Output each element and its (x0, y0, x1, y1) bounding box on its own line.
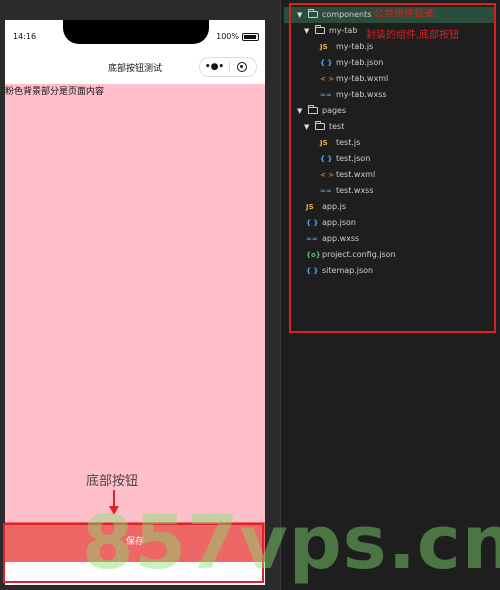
folder-open-icon (315, 121, 325, 130)
js-file-icon: JS (306, 203, 314, 211)
json-file-icon: { } (320, 59, 333, 67)
js-file-icon: JS (320, 43, 328, 51)
battery-icon (242, 33, 259, 41)
json-file-icon: { } (306, 267, 319, 275)
tree-label: test.wxss (336, 186, 374, 195)
folder-open-icon (315, 25, 325, 34)
close-mini-program-icon[interactable] (237, 62, 247, 72)
page-content-text: 粉色背景部分是页面内容 (5, 87, 105, 97)
tree-label: app.json (322, 218, 356, 227)
config-file-icon: {o} (306, 251, 321, 259)
wxss-file-icon: ≈≈ (320, 91, 332, 99)
tree-file-app-js[interactable]: JS app.js (284, 199, 494, 215)
caret-down-icon: ▼ (304, 27, 310, 35)
capsule-divider (229, 62, 230, 72)
wxml-file-icon: < > (320, 171, 335, 179)
tree-label: project.config.json (322, 250, 396, 259)
caret-down-icon: ▼ (297, 107, 303, 115)
tree-folder-pages[interactable]: ▼ pages (284, 103, 494, 119)
tree-folder-components[interactable]: ▼ components 公共组件目录 (284, 7, 494, 23)
tree-file-project-config[interactable]: {o} project.config.json (284, 247, 494, 263)
json-file-icon: { } (306, 219, 319, 227)
folder-open-icon (308, 105, 318, 114)
status-time: 14:16 (13, 32, 37, 41)
tree-label: my-tab.wxss (336, 90, 387, 99)
tree-file-my-tab-wxss[interactable]: ≈≈ my-tab.wxss (284, 87, 494, 103)
tree-label: test.json (336, 154, 371, 163)
tree-label: test.js (336, 138, 361, 147)
tree-label: app.wxss (322, 234, 360, 243)
tree-file-my-tab-js[interactable]: JS my-tab.js (284, 39, 494, 55)
tree-label: components (322, 10, 372, 19)
simulator-panel: 14:16 100% 底部按钮测试 •●• 粉色背景部分是页面内容 底部按钮 保… (0, 0, 280, 590)
tree-file-test-js[interactable]: JS test.js (284, 135, 494, 151)
status-bar: 14:16 100% (5, 20, 265, 52)
bottom-tab-bar: 保存 (5, 522, 265, 562)
battery-percentage: 100% (216, 32, 239, 41)
tree-label: test.wxml (336, 170, 376, 179)
page-content: 粉色背景部分是页面内容 (5, 84, 265, 582)
wxml-file-icon: < > (320, 75, 335, 83)
tree-label: my-tab.wxml (336, 74, 389, 83)
file-explorer: ▼ components 公共组件目录 ▼ my-tab 封装的组件,底部按钮 … (284, 0, 500, 590)
panel-divider (280, 0, 281, 590)
phone-screen: 14:16 100% 底部按钮测试 •●• 粉色背景部分是页面内容 (5, 20, 265, 585)
wxss-file-icon: ≈≈ (320, 187, 332, 195)
wxss-file-icon: ≈≈ (306, 235, 318, 243)
components-annotation: 公共组件目录 (374, 9, 434, 20)
tree-label: my-tab (329, 26, 358, 35)
json-file-icon: { } (320, 155, 333, 163)
tree-file-test-wxss[interactable]: ≈≈ test.wxss (284, 183, 494, 199)
caret-down-icon: ▼ (304, 123, 310, 131)
folder-open-icon (308, 9, 318, 18)
navigation-bar: 底部按钮测试 •●• (5, 52, 265, 84)
caret-down-icon: ▼ (297, 11, 303, 19)
tree-label: test (329, 122, 345, 131)
tree-label: my-tab.json (336, 58, 384, 67)
tree-file-app-wxss[interactable]: ≈≈ app.wxss (284, 231, 494, 247)
tree-label: sitemap.json (322, 266, 374, 275)
phone-notch (63, 20, 209, 44)
save-button[interactable]: 保存 (5, 522, 265, 562)
tree-label: my-tab.js (336, 42, 374, 51)
tab-bar-safe-area (5, 562, 265, 582)
tree-file-my-tab-wxml[interactable]: < > my-tab.wxml (284, 71, 494, 87)
bottom-button-annotation: 底部按钮 (86, 474, 139, 489)
tree-label: pages (322, 106, 347, 115)
menu-capsule: •●• (199, 57, 257, 77)
tree-file-app-json[interactable]: { } app.json (284, 215, 494, 231)
js-file-icon: JS (320, 139, 328, 147)
tree-file-sitemap-json[interactable]: { } sitemap.json (284, 263, 494, 279)
tree-folder-test[interactable]: ▼ test (284, 119, 494, 135)
more-icon[interactable]: •●• (200, 61, 229, 73)
tree-file-test-json[interactable]: { } test.json (284, 151, 494, 167)
tree-file-test-wxml[interactable]: < > test.wxml (284, 167, 494, 183)
tree-file-my-tab-json[interactable]: { } my-tab.json (284, 55, 494, 71)
tree-label: app.js (322, 202, 346, 211)
